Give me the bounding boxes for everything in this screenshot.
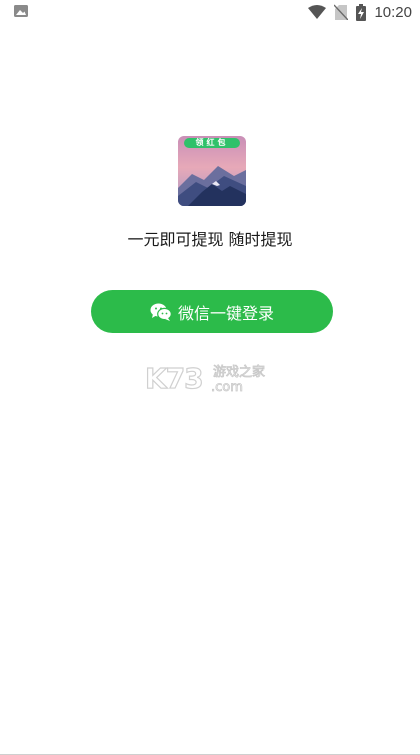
wifi-icon	[308, 5, 327, 19]
wechat-icon	[150, 303, 172, 321]
no-sim-icon	[334, 4, 349, 20]
gallery-notification-icon	[14, 5, 28, 17]
login-button-label: 微信一键登录	[177, 303, 274, 323]
status-time: 10:20	[374, 3, 412, 21]
watermark-brand: K73	[145, 362, 203, 394]
watermark-site: 游戏之家	[213, 364, 265, 380]
app-icon-caption: 领红包	[184, 138, 240, 148]
tagline: 一元即可提现 随时提现	[127, 230, 293, 249]
k73-watermark: K73 游戏之家 .com	[145, 362, 265, 394]
status-bar: 10:20	[0, 0, 420, 24]
wechat-login-button[interactable]: 微信一键登录	[91, 290, 333, 333]
app-logo: 领红包	[178, 136, 246, 206]
battery-charging-icon	[356, 3, 367, 21]
watermark-domain: .com	[211, 380, 243, 394]
